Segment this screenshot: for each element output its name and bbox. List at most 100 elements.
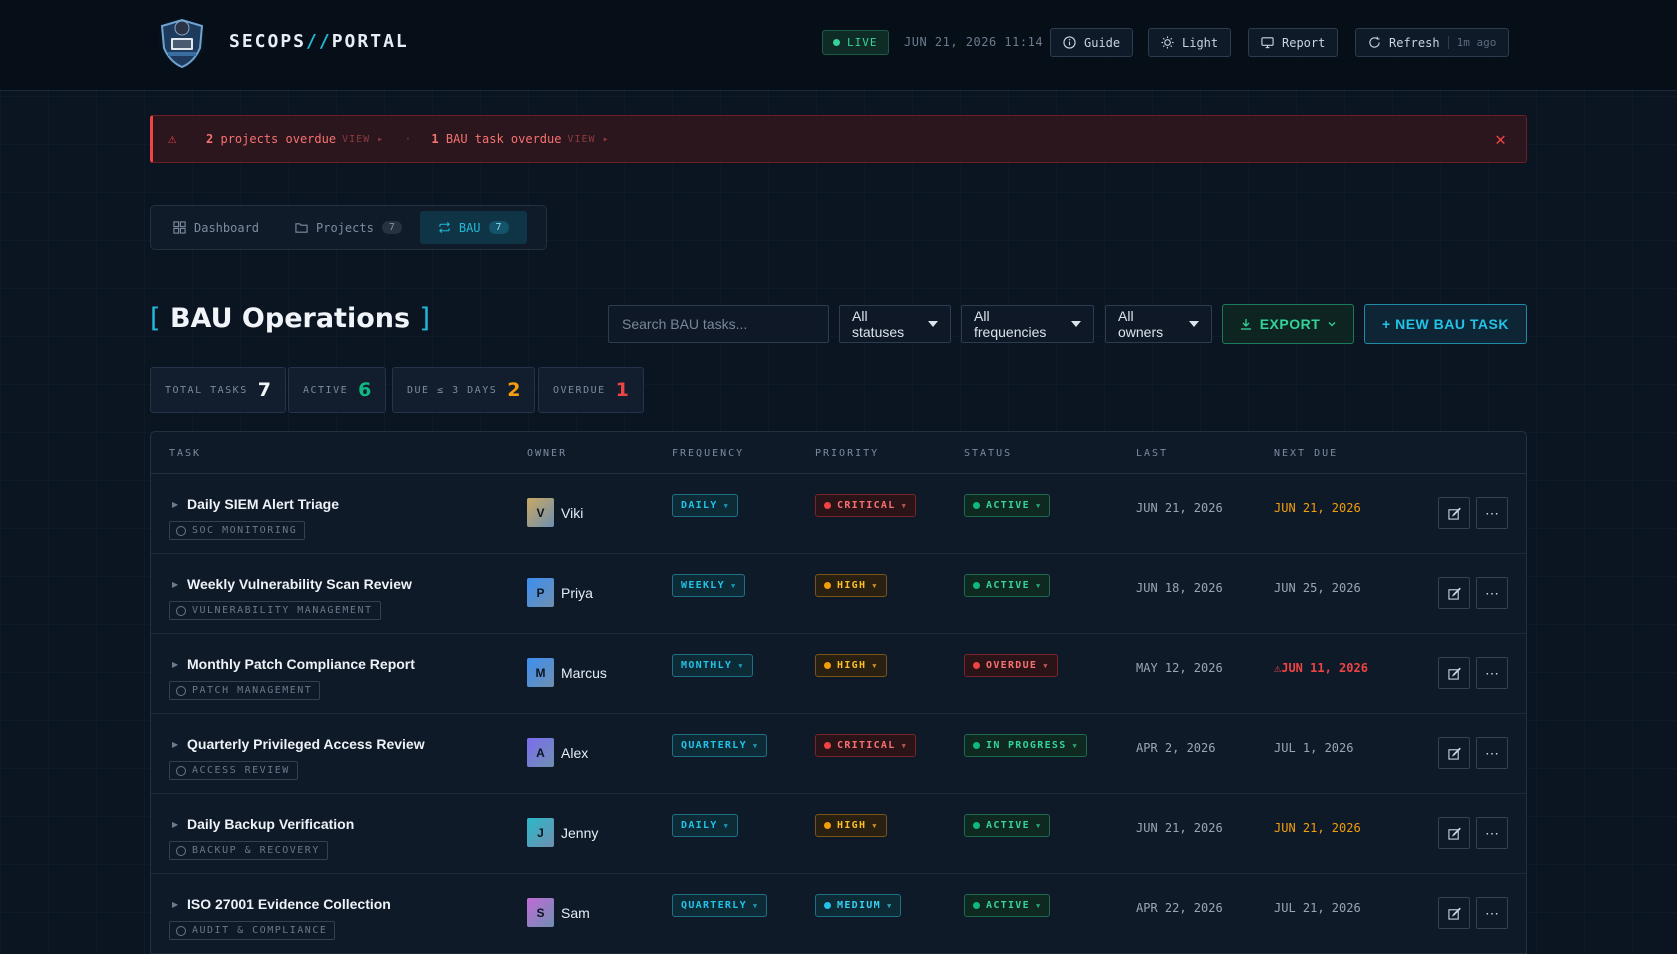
column-header-frequency[interactable]: FREQUENCY xyxy=(672,448,744,459)
guide-button[interactable]: Guide xyxy=(1050,28,1134,57)
theme-toggle-button[interactable]: Light xyxy=(1148,28,1232,57)
bau-tasks-table: TASK OWNER FREQUENCY PRIORITY STATUS LAS… xyxy=(150,431,1527,954)
view-bau-link[interactable]: VIEW ▸ xyxy=(567,134,609,145)
dropdown-caret-icon: ▼ xyxy=(1072,741,1079,750)
priority-badge[interactable]: HIGH ▼ xyxy=(815,574,887,597)
more-icon: ⋯ xyxy=(1485,664,1499,681)
refresh-icon xyxy=(1369,36,1380,48)
status-badge[interactable]: ACTIVE ▼ xyxy=(964,814,1051,837)
more-options-button[interactable]: ⋯ xyxy=(1476,657,1508,689)
frequency-badge[interactable]: QUARTERLY ▼ xyxy=(672,894,768,917)
frequency-badge[interactable]: DAILY ▼ xyxy=(672,494,739,517)
task-name[interactable]: Daily SIEM Alert Triage xyxy=(187,496,339,512)
column-header-priority[interactable]: PRIORITY xyxy=(815,448,879,459)
export-button[interactable]: EXPORT xyxy=(1222,304,1354,344)
column-header-status[interactable]: STATUS xyxy=(964,448,1012,459)
owner-name: Jenny xyxy=(561,825,599,841)
sun-icon xyxy=(1161,36,1174,49)
avatar: J xyxy=(527,818,554,847)
table-row[interactable]: ▶ Weekly Vulnerability Scan Review VULNE… xyxy=(151,554,1526,634)
dropdown-caret-icon: ▼ xyxy=(738,661,744,670)
search-input[interactable] xyxy=(608,305,829,343)
clock-icon xyxy=(176,605,186,616)
status-filter-select[interactable]: All statuses xyxy=(839,305,951,343)
tab-projects[interactable]: Projects 7 xyxy=(277,211,420,244)
status-dot-icon xyxy=(973,662,980,669)
status-badge[interactable]: ACTIVE ▼ xyxy=(964,574,1051,597)
column-header-last[interactable]: LAST xyxy=(1136,448,1168,459)
edit-button[interactable] xyxy=(1438,497,1470,529)
frequency-badge[interactable]: WEEKLY ▼ xyxy=(672,574,746,597)
task-category-tag: AUDIT & COMPLIANCE xyxy=(169,921,336,940)
task-category-tag: VULNERABILITY MANAGEMENT xyxy=(169,601,381,620)
projects-count-badge: 7 xyxy=(381,221,402,234)
more-icon: ⋯ xyxy=(1485,584,1499,601)
table-row[interactable]: ▶ Quarterly Privileged Access Review ACC… xyxy=(151,714,1526,794)
table-row[interactable]: ▶ Daily Backup Verification BACKUP & REC… xyxy=(151,794,1526,874)
status-badge[interactable]: IN PROGRESS ▼ xyxy=(964,734,1088,757)
expand-row-icon[interactable]: ▶ xyxy=(172,660,178,669)
column-header-next-due[interactable]: NEXT DUE xyxy=(1274,448,1338,459)
next-due-date: JUN 21, 2026 xyxy=(1274,501,1361,515)
more-options-button[interactable]: ⋯ xyxy=(1476,577,1508,609)
report-button[interactable]: Report xyxy=(1248,28,1339,57)
priority-badge[interactable]: MEDIUM ▼ xyxy=(815,894,902,917)
dropdown-caret-icon: ▼ xyxy=(872,661,878,670)
status-badge[interactable]: ACTIVE ▼ xyxy=(964,894,1051,917)
edit-button[interactable] xyxy=(1438,737,1470,769)
more-options-button[interactable]: ⋯ xyxy=(1476,817,1508,849)
priority-badge[interactable]: CRITICAL ▼ xyxy=(815,494,917,517)
more-options-button[interactable]: ⋯ xyxy=(1476,897,1508,929)
owner-filter-select[interactable]: All owners xyxy=(1105,305,1212,343)
bau-count-badge: 7 xyxy=(488,221,509,234)
dropdown-caret-icon: ▼ xyxy=(752,901,759,910)
expand-row-icon[interactable]: ▶ xyxy=(172,740,178,749)
status-badge[interactable]: OVERDUE ▼ xyxy=(964,654,1058,677)
tab-bau[interactable]: BAU 7 xyxy=(419,211,527,244)
live-badge: LIVE xyxy=(822,30,889,55)
task-name[interactable]: Monthly Patch Compliance Report xyxy=(187,656,415,672)
shield-logo-icon[interactable] xyxy=(154,12,210,70)
expand-row-icon[interactable]: ▶ xyxy=(172,500,178,509)
priority-badge[interactable]: CRITICAL ▼ xyxy=(815,734,917,757)
task-name[interactable]: Weekly Vulnerability Scan Review xyxy=(187,576,412,592)
table-row[interactable]: ▶ Monthly Patch Compliance Report PATCH … xyxy=(151,634,1526,714)
edit-icon xyxy=(1447,667,1461,680)
edit-button[interactable] xyxy=(1438,657,1470,689)
column-header-task[interactable]: TASK xyxy=(169,448,201,459)
new-bau-task-button[interactable]: + NEW BAU TASK xyxy=(1364,304,1527,344)
edit-button[interactable] xyxy=(1438,897,1470,929)
tab-dashboard[interactable]: Dashboard xyxy=(155,211,277,244)
current-datetime: JUN 21, 2026 11:14 xyxy=(904,35,1044,49)
status-badge[interactable]: ACTIVE ▼ xyxy=(964,494,1051,517)
refresh-button[interactable]: Refresh 1m ago xyxy=(1355,28,1510,57)
priority-badge[interactable]: HIGH ▼ xyxy=(815,814,887,837)
view-projects-link[interactable]: VIEW ▸ xyxy=(342,134,384,145)
last-completed-date: MAY 12, 2026 xyxy=(1136,661,1223,675)
brand-title: SECOPS//PORTAL xyxy=(229,31,409,52)
frequency-badge[interactable]: QUARTERLY ▼ xyxy=(672,734,768,757)
frequency-badge[interactable]: DAILY ▼ xyxy=(672,814,739,837)
table-row[interactable]: ▶ Daily SIEM Alert Triage SOC MONITORING… xyxy=(151,474,1526,554)
expand-row-icon[interactable]: ▶ xyxy=(172,580,178,589)
priority-badge[interactable]: HIGH ▼ xyxy=(815,654,887,677)
frequency-filter-select[interactable]: All frequencies xyxy=(961,305,1094,343)
expand-row-icon[interactable]: ▶ xyxy=(172,820,178,829)
last-completed-date: JUN 21, 2026 xyxy=(1136,821,1223,835)
frequency-badge[interactable]: MONTHLY ▼ xyxy=(672,654,753,677)
task-name[interactable]: Daily Backup Verification xyxy=(187,816,354,832)
task-name[interactable]: Quarterly Privileged Access Review xyxy=(187,736,425,752)
more-options-button[interactable]: ⋯ xyxy=(1476,497,1508,529)
status-dot-icon xyxy=(973,582,980,589)
close-icon[interactable]: ✕ xyxy=(1495,129,1506,150)
table-row[interactable]: ▶ ISO 27001 Evidence Collection AUDIT & … xyxy=(151,874,1526,954)
expand-row-icon[interactable]: ▶ xyxy=(172,900,178,909)
folder-icon xyxy=(295,223,308,233)
edit-button[interactable] xyxy=(1438,577,1470,609)
more-options-button[interactable]: ⋯ xyxy=(1476,737,1508,769)
task-name[interactable]: ISO 27001 Evidence Collection xyxy=(187,896,391,912)
column-header-owner[interactable]: OWNER xyxy=(527,448,567,459)
repeat-icon xyxy=(438,221,450,234)
dropdown-caret-icon: ▼ xyxy=(1035,901,1042,910)
edit-button[interactable] xyxy=(1438,817,1470,849)
